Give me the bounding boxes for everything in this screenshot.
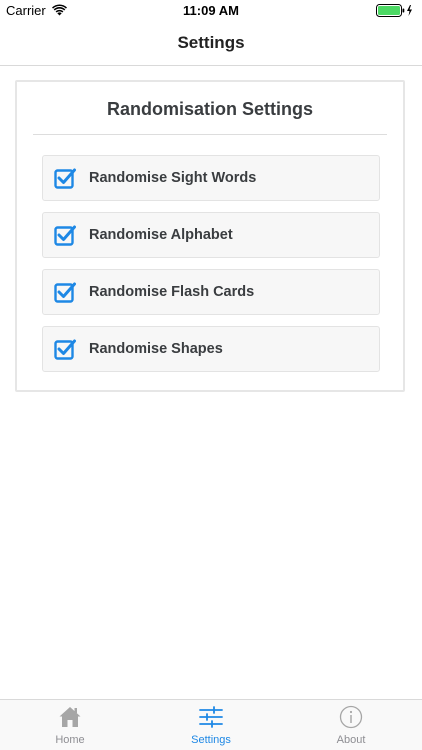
settings-screen: Carrier 11:09 AM Settings Randomisation … (0, 0, 422, 750)
option-randomise-sight-words[interactable]: Randomise Sight Words (42, 155, 380, 201)
checkbox-checked-icon[interactable] (54, 167, 76, 189)
option-label: Randomise Sight Words (89, 170, 257, 186)
checkbox-checked-icon[interactable] (54, 338, 76, 360)
option-randomise-shapes[interactable]: Randomise Shapes (42, 326, 380, 372)
option-randomise-flash-cards[interactable]: Randomise Flash Cards (42, 269, 380, 315)
battery-icon (376, 4, 412, 17)
info-icon (339, 705, 363, 729)
option-label: Randomise Alphabet (89, 227, 233, 243)
status-time: 11:09 AM (183, 3, 239, 18)
navigation-bar: Settings (0, 22, 422, 66)
checkbox-checked-icon[interactable] (54, 281, 76, 303)
page-title: Settings (177, 33, 245, 52)
tab-bar: Home Settings About (0, 699, 422, 750)
option-list: Randomise Sight Words Randomise Alphabet… (42, 155, 380, 383)
panel-divider (33, 134, 387, 135)
tab-about[interactable]: About (281, 700, 421, 750)
home-icon (59, 707, 81, 727)
tab-label: Home (55, 734, 85, 746)
option-randomise-alphabet[interactable]: Randomise Alphabet (42, 212, 380, 258)
tab-settings[interactable]: Settings (141, 700, 281, 750)
tab-label: Settings (191, 734, 231, 746)
option-label: Randomise Shapes (89, 341, 223, 357)
panel-title: Randomisation Settings (106, 99, 313, 119)
sliders-icon (199, 706, 223, 728)
status-bar: Carrier 11:09 AM (0, 0, 422, 22)
tab-home[interactable]: Home (0, 700, 140, 750)
tab-label: About (336, 734, 366, 746)
option-label: Randomise Flash Cards (89, 284, 255, 300)
checkbox-checked-icon[interactable] (54, 224, 76, 246)
randomisation-settings-panel: Randomisation Settings Randomise Sight W… (15, 80, 405, 392)
